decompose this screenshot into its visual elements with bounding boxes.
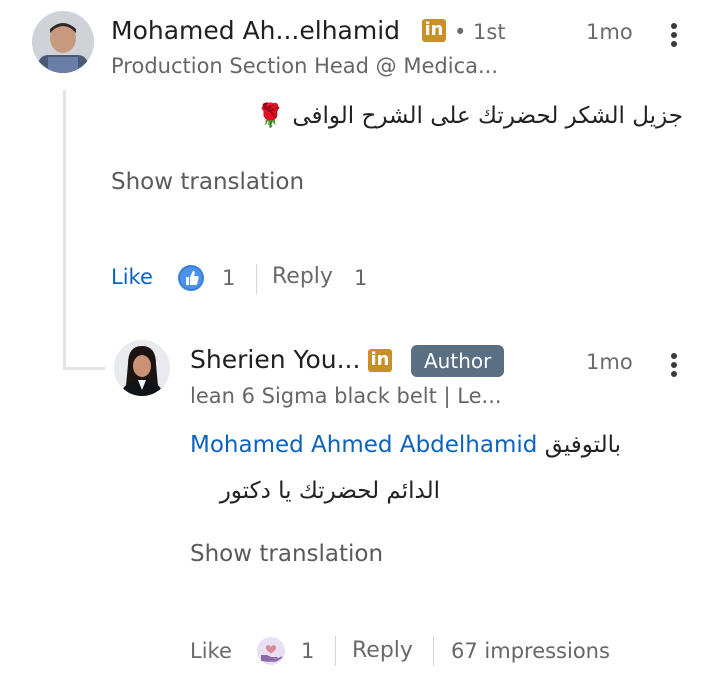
reply-more-options-icon[interactable]	[671, 350, 677, 380]
reply-author-name[interactable]: Sherien You...	[190, 345, 360, 374]
reply-text-line1-arabic: بالتوفيق	[544, 432, 622, 458]
connection-degree: • 1st	[454, 20, 506, 44]
thread-line-horizontal	[63, 367, 105, 370]
reply-text-line1: Mohamed Ahmed Abdelhamid بالتوفيق	[190, 432, 621, 458]
mention-link[interactable]: Mohamed Ahmed Abdelhamid	[190, 432, 537, 458]
timestamp: 1mo	[586, 20, 633, 44]
linkedin-badge-icon: in	[422, 19, 446, 42]
reply-timestamp: 1mo	[586, 350, 633, 374]
reply-action-divider-1	[335, 636, 336, 666]
impressions-count[interactable]: 67 impressions	[451, 639, 610, 663]
reaction-count[interactable]: 1	[222, 266, 235, 290]
show-translation-link[interactable]: Show translation	[111, 169, 304, 195]
reply-button[interactable]: Reply	[272, 264, 333, 289]
heart-hand-icon	[256, 636, 286, 666]
avatar[interactable]	[32, 11, 94, 73]
author-badge: Author	[411, 345, 505, 377]
thread-line-vertical	[63, 90, 66, 370]
reply-like-button[interactable]: Like	[190, 639, 232, 663]
more-options-icon[interactable]	[671, 20, 677, 50]
reply-reply-button[interactable]: Reply	[352, 638, 413, 663]
author-name[interactable]: Mohamed Ah...elhamid	[111, 16, 400, 45]
reply-linkedin-badge-icon: in	[368, 349, 392, 372]
reply-show-translation-link[interactable]: Show translation	[190, 541, 383, 567]
reply-avatar[interactable]	[114, 340, 170, 396]
reply-action-divider-2	[433, 636, 434, 666]
reply-author-headline: lean 6 Sigma black belt | Le...	[190, 384, 502, 408]
author-headline: Production Section Head @ Medica...	[111, 54, 499, 78]
reply-count[interactable]: 1	[354, 266, 367, 290]
author-name-text[interactable]: Mohamed Ah...elhamid	[111, 16, 400, 45]
reply-text-line2: الدائم لحضرتك يا دكتور	[219, 478, 440, 504]
comment-text: جزيل الشكر لحضرتك على الشرح الوافى 🌹	[256, 103, 683, 129]
action-divider	[256, 264, 257, 294]
thumbs-up-icon	[177, 264, 205, 292]
reply-reaction-count[interactable]: 1	[301, 639, 314, 663]
like-button[interactable]: Like	[111, 265, 153, 289]
avatar-photo	[32, 11, 94, 73]
reply-avatar-photo	[114, 340, 170, 396]
